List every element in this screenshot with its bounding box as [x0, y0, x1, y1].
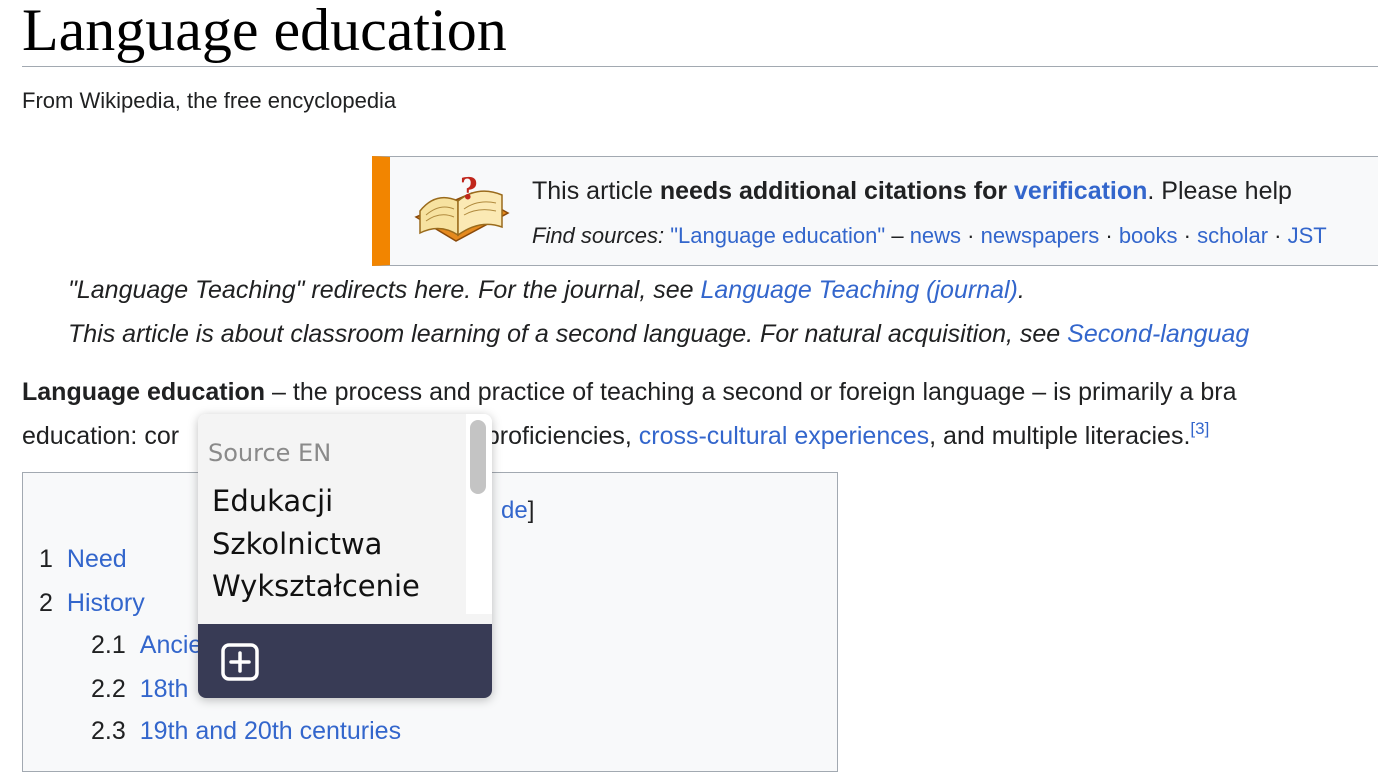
toc-link[interactable]: 19th and 20th centuries [140, 717, 401, 745]
toc-number: 1 [39, 545, 53, 573]
dash: – [885, 223, 910, 248]
find-sources-label: Find sources: [532, 223, 665, 248]
popup-scroll-thumb[interactable] [470, 420, 486, 494]
hatnote-text: "Language Teaching" redirects here. For … [68, 276, 701, 304]
translation-popup: Source EN Edukacji Szkolnictwa Wykształc… [198, 414, 492, 698]
toc-item-need[interactable]: 1 Need [39, 543, 127, 575]
svg-text:?: ? [460, 172, 478, 207]
separator: · [1099, 223, 1119, 248]
toc-item-19th-20th[interactable]: 2.3 19th and 20th centuries [91, 715, 401, 747]
toc-link[interactable]: History [67, 589, 145, 617]
plus-square-icon[interactable] [220, 642, 260, 682]
open-book-question-icon: ? [414, 172, 510, 242]
toc-item-18th[interactable]: 2.2 18th [91, 673, 188, 705]
toc-hide-bracket: ] [527, 497, 535, 524]
source-link-news[interactable]: news [910, 223, 961, 248]
translation-option[interactable]: Wykształcenie [212, 569, 420, 603]
lead-text: education: cor [22, 422, 180, 450]
find-sources-row: Find sources: "Language education" – new… [532, 221, 1327, 251]
toc-hide-toggle[interactable]: de] [501, 497, 534, 525]
hatnote-redirect: "Language Teaching" redirects here. For … [68, 274, 1025, 306]
notice-text: This article [532, 177, 660, 205]
translation-option[interactable]: Edukacji [212, 484, 333, 518]
second-language-link[interactable]: Second-languag [1067, 320, 1249, 348]
toc-number: 2.2 [91, 675, 126, 703]
toc-link[interactable]: Ancie [140, 631, 203, 659]
toc-link[interactable]: 18th [140, 675, 189, 703]
toc-number: 2 [39, 589, 53, 617]
page-title: Language education [22, 0, 507, 63]
translation-list: Source EN Edukacji Szkolnictwa Wykształc… [198, 414, 492, 624]
citation-notice-box: ? This article needs additional citation… [372, 156, 1378, 266]
separator: · [1177, 223, 1198, 248]
source-language-label: Source EN [208, 439, 332, 467]
title-divider [22, 66, 1378, 67]
separator: · [1268, 223, 1288, 248]
toc-number: 2.1 [91, 631, 126, 659]
source-query-link[interactable]: "Language education" [670, 223, 885, 248]
verification-link[interactable]: verification [1014, 177, 1147, 205]
lead-paragraph-line-1: Language education – the process and pra… [22, 376, 1237, 408]
reference-3-link[interactable]: [3] [1190, 419, 1209, 438]
toc-hide-link[interactable]: de [501, 497, 528, 524]
lead-text: , and multiple literacies. [929, 422, 1191, 450]
toc-link[interactable]: Need [67, 545, 127, 573]
source-link-jstor[interactable]: JST [1288, 223, 1327, 248]
notice-bold-text: needs additional citations for [659, 177, 1015, 205]
popup-footer [198, 624, 492, 698]
lead-term: Language education [22, 378, 266, 406]
toc-number: 2.3 [91, 717, 126, 745]
source-link-scholar[interactable]: scholar [1197, 223, 1268, 248]
notice-message: This article needs additional citations … [532, 175, 1292, 207]
separator: · [961, 223, 981, 248]
hatnote-text: This article is about classroom learning… [68, 320, 1068, 348]
toc-item-history[interactable]: 2 History [39, 587, 145, 619]
source-link-newspapers[interactable]: newspapers [981, 223, 1100, 248]
journal-link[interactable]: Language Teaching (journal) [701, 276, 1018, 304]
source-link-books[interactable]: books [1119, 223, 1178, 248]
notice-suffix: . Please help [1147, 177, 1292, 205]
hatnote-end: . [1017, 276, 1025, 304]
page-tagline: From Wikipedia, the free encyclopedia [22, 88, 397, 113]
cross-cultural-link[interactable]: cross-cultural experiences [639, 422, 929, 450]
lead-text: – the process and practice of teaching a… [265, 378, 1237, 406]
translation-option[interactable]: Szkolnictwa [212, 527, 382, 561]
hatnote-about: This article is about classroom learning… [68, 318, 1249, 350]
toc-item-ancient[interactable]: 2.1 Ancie [91, 629, 202, 661]
